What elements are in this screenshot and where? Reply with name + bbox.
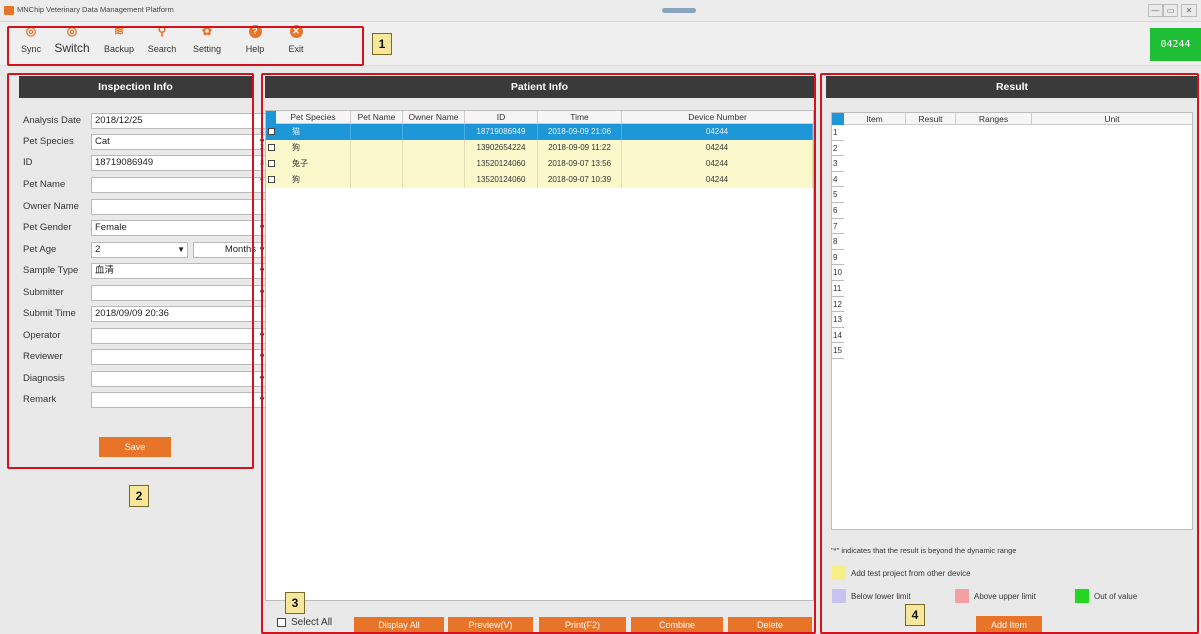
annotation-box-patient [261, 73, 816, 634]
close-button[interactable]: ✕ [1181, 4, 1197, 17]
annotation-label-3: 3 [285, 592, 305, 614]
window-title: MNChip Veterinary Data Management Platfo… [17, 5, 174, 14]
annotation-box-result [820, 73, 1199, 634]
annotation-box-1 [7, 26, 364, 66]
annotation-label-1: 1 [372, 33, 392, 55]
window-handle[interactable] [662, 8, 696, 13]
app-logo-icon [4, 6, 14, 15]
minimize-button[interactable]: — [1148, 4, 1163, 17]
annotation-box-2 [7, 73, 254, 469]
annotation-label-2: 2 [129, 485, 149, 507]
annotation-label-4: 4 [905, 604, 925, 626]
title-bar: MNChip Veterinary Data Management Platfo… [0, 0, 1201, 22]
maximize-button[interactable]: ▭ [1163, 4, 1178, 17]
device-number-badge: 04244 [1150, 28, 1201, 61]
